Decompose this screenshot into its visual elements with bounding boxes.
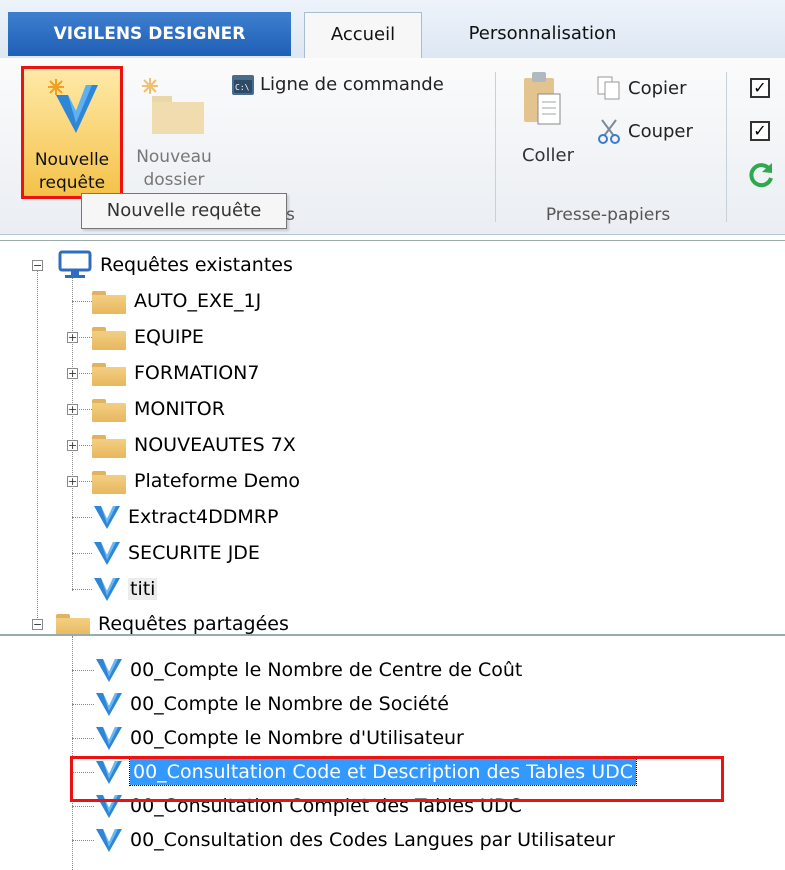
group-label-partial: s (286, 205, 295, 225)
query-icon (94, 542, 120, 565)
query-icon (94, 506, 120, 529)
tree-item[interactable]: NOUVEAUTES 7X (92, 428, 296, 462)
command-line-label: Ligne de commande (260, 74, 444, 95)
expand-toggle[interactable]: + (67, 440, 78, 451)
tree-root-label: Requêtes existantes (100, 254, 293, 276)
group-label-clipboard: Presse-papiers (545, 205, 671, 225)
tab-personnalisation[interactable]: Personnalisation (440, 12, 645, 58)
ribbon-tab-bar: VIGILENS DESIGNER Accueil Personnalisati… (0, 0, 785, 60)
expand-toggle[interactable]: + (67, 368, 78, 379)
tree-root-existing[interactable]: Requêtes existantes (56, 248, 293, 282)
copy-label: Copier (628, 77, 687, 99)
copy-button[interactable]: Copier (596, 75, 686, 101)
svg-text:C:\: C:\ (235, 83, 250, 92)
expand-toggle[interactable]: + (67, 476, 78, 487)
tab-accueil[interactable]: Accueil (304, 12, 422, 60)
tree-item-label: SECURITE JDE (128, 542, 260, 564)
query-icon (96, 727, 122, 750)
collapse-toggle[interactable]: − (32, 619, 43, 630)
tooltip: Nouvelle requête (81, 193, 287, 229)
tree-root-label: Requêtes partagées (98, 613, 289, 635)
tree-item-label: 00_Compte le Nombre de Centre de Coût (130, 659, 523, 681)
command-line-button[interactable]: C:\ Ligne de commande (232, 74, 444, 95)
checkbox-option-2[interactable]: ✓ (750, 121, 770, 141)
new-query-label: Nouvelle requête (34, 150, 110, 193)
tree-item-label: AUTO_EXE_1J (134, 290, 262, 312)
tree-item-label: MONITOR (134, 398, 225, 420)
tree-item[interactable]: titi (92, 572, 158, 606)
tree-item[interactable]: SECURITE JDE (92, 536, 260, 570)
tree-item[interactable]: EQUIPE (92, 320, 204, 354)
collapse-toggle[interactable]: − (32, 260, 43, 271)
new-folder-button[interactable]: Nouveau dossier (124, 68, 224, 198)
tree-item[interactable]: 00_Compte le Nombre de Centre de Coût (94, 653, 522, 687)
tree-item[interactable]: Extract4DDMRP (92, 500, 278, 534)
folder-icon (92, 396, 128, 422)
cut-label: Couper (628, 120, 693, 142)
tree-item-label: 00_Consultation des Codes Langues par Ut… (130, 829, 615, 851)
tree-item[interactable]: 00_Compte le Nombre d'Utilisateur (94, 721, 464, 755)
copy-icon (597, 76, 620, 100)
highlight-box (70, 756, 724, 802)
query-icon (96, 659, 122, 682)
paste-button[interactable]: Coller (510, 70, 590, 180)
tree-item-label: Extract4DDMRP (128, 506, 279, 528)
folder-icon (92, 468, 128, 494)
paste-label: Coller (521, 145, 575, 166)
new-query-button[interactable]: Nouvelle requête (21, 66, 123, 199)
terminal-icon: C:\ (232, 74, 254, 95)
tree-item[interactable]: FORMATION7 (92, 356, 259, 390)
paste-icon (524, 72, 561, 125)
query-icon (96, 829, 122, 852)
new-folder-icon (142, 78, 204, 134)
tree-item[interactable]: 00_Compte le Nombre de Société (94, 687, 449, 721)
app-menu-tab[interactable]: VIGILENS DESIGNER (8, 12, 291, 56)
new-folder-label: Nouveau dossier (136, 147, 212, 190)
tree-item[interactable]: 00_Consultation des Codes Langues par Ut… (94, 823, 615, 857)
refresh-icon[interactable] (746, 160, 776, 190)
cut-button[interactable]: Couper (596, 118, 693, 144)
folder-icon (92, 288, 128, 314)
folder-icon (92, 360, 128, 386)
tree-item[interactable]: Plateforme Demo (92, 464, 300, 498)
expand-toggle[interactable]: + (67, 404, 78, 415)
scissors-icon (598, 119, 620, 144)
tree-item-label: Plateforme Demo (134, 470, 300, 492)
tree-item-label: 00_Compte le Nombre d'Utilisateur (130, 727, 464, 749)
tree-item-label: NOUVEAUTES 7X (134, 434, 296, 456)
tree-item-label: titi (128, 578, 158, 600)
tree-item-label: EQUIPE (134, 326, 204, 348)
query-icon (94, 578, 120, 601)
ribbon-separator (495, 72, 496, 222)
folder-icon (92, 432, 128, 458)
tree-item-label: 00_Compte le Nombre de Société (130, 693, 449, 715)
tree-item[interactable]: MONITOR (92, 392, 225, 426)
checkbox-option-1[interactable]: ✓ (750, 78, 770, 98)
tree-item[interactable]: AUTO_EXE_1J (92, 284, 261, 318)
computer-icon (58, 250, 92, 278)
tree-view-shared[interactable]: 00_Compte le Nombre de Centre de Coût 00_… (0, 634, 785, 870)
ribbon-separator (726, 72, 727, 222)
new-query-icon (48, 79, 98, 133)
folder-icon (92, 324, 128, 350)
tree-view-existing[interactable]: − Requêtes existantes AUTO_EXE_1J + EQUIPE… (0, 240, 785, 637)
expand-toggle[interactable]: + (67, 332, 78, 343)
ribbon: VIGILENS DESIGNER Accueil Personnalisati… (0, 0, 785, 235)
query-icon (96, 693, 122, 716)
tree-item-label: FORMATION7 (134, 362, 260, 384)
